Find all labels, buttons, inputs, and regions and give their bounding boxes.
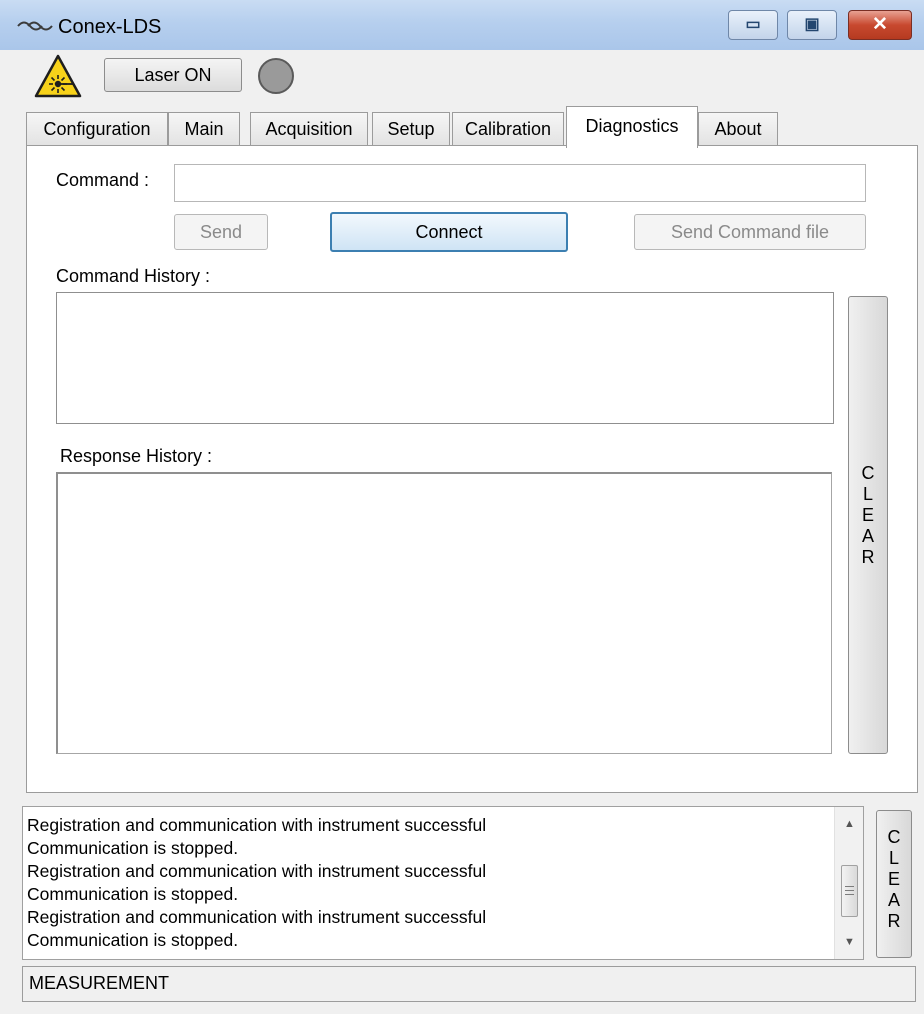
- clear-letter: R: [887, 911, 901, 931]
- clear-letter: L: [888, 848, 899, 868]
- send-button[interactable]: Send: [174, 214, 268, 250]
- log-scrollbar[interactable]: ▲ ▼: [834, 807, 863, 959]
- log-line: Communication is stopped.: [27, 930, 239, 950]
- laser-warning-icon: [34, 54, 82, 98]
- response-history-label: Response History :: [60, 446, 213, 466]
- status-text: MEASUREMENT: [29, 973, 170, 993]
- log-line: Registration and communication with inst…: [27, 815, 487, 835]
- scrollbar-thumb[interactable]: [841, 865, 858, 917]
- tab-acquisition[interactable]: Acquisition: [250, 112, 368, 145]
- close-button[interactable]: ✕: [848, 10, 912, 40]
- clear-letter: L: [862, 484, 873, 504]
- connect-button[interactable]: Connect: [330, 212, 568, 252]
- scroll-up-arrow-icon[interactable]: ▲: [835, 813, 864, 835]
- clear-letter: A: [887, 890, 900, 910]
- tab-main[interactable]: Main: [168, 112, 240, 145]
- maximize-button[interactable]: ▣: [787, 10, 837, 40]
- maximize-icon: ▣: [804, 16, 820, 33]
- clear-letter: E: [887, 869, 900, 889]
- tab-configuration[interactable]: Configuration: [26, 112, 168, 145]
- send-command-file-button[interactable]: Send Command file: [634, 214, 866, 250]
- clear-letter: A: [861, 526, 874, 546]
- tab-setup[interactable]: Setup: [372, 112, 450, 145]
- clear-letter: R: [861, 547, 875, 567]
- clear-history-button[interactable]: C L E A R: [848, 296, 888, 754]
- clear-log-button[interactable]: C L E A R: [876, 810, 912, 958]
- minimize-button[interactable]: ▭: [728, 10, 778, 40]
- log-line: Registration and communication with inst…: [27, 861, 487, 881]
- tab-diagnostics[interactable]: Diagnostics: [566, 106, 698, 148]
- command-label: Command :: [56, 170, 150, 190]
- log-line: Communication is stopped.: [27, 884, 239, 904]
- minimize-icon: ▭: [745, 16, 761, 33]
- title-bar[interactable]: Conex-LDS ▭ ▣ ✕: [0, 0, 924, 50]
- clear-letter: C: [861, 463, 875, 483]
- laser-on-button[interactable]: Laser ON: [104, 58, 242, 92]
- command-input[interactable]: [174, 164, 866, 202]
- command-history-label: Command History :: [56, 266, 211, 286]
- clear-letter: C: [887, 827, 901, 847]
- tab-calibration[interactable]: Calibration: [452, 112, 564, 145]
- window-title: Conex-LDS: [58, 16, 162, 38]
- scroll-down-arrow-icon[interactable]: ▼: [835, 931, 864, 953]
- close-icon: ✕: [872, 14, 888, 35]
- clear-letter: E: [861, 505, 874, 525]
- app-window: Conex-LDS ▭ ▣ ✕ Laser ON Configuration M…: [0, 0, 924, 1014]
- log-line: Registration and communication with inst…: [27, 907, 487, 927]
- message-log[interactable]: Registration and communication with inst…: [22, 806, 864, 960]
- status-bar: MEASUREMENT: [22, 966, 916, 1002]
- response-history-box[interactable]: [56, 472, 832, 754]
- tab-about[interactable]: About: [698, 112, 778, 145]
- laser-status-indicator: [258, 58, 294, 94]
- command-history-box[interactable]: [56, 292, 834, 424]
- app-logo-icon: [17, 21, 53, 31]
- log-line: Communication is stopped.: [27, 838, 239, 858]
